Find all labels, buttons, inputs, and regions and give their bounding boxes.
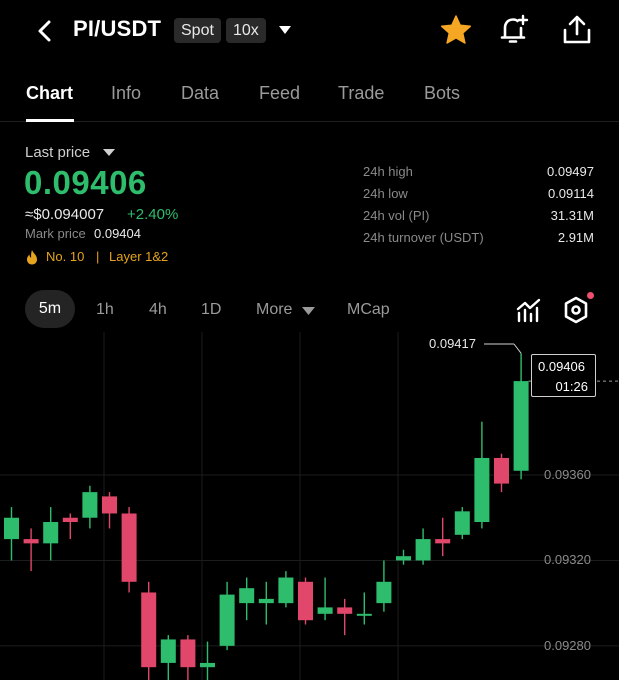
interval-4h[interactable]: 4h bbox=[149, 301, 167, 319]
high-marker-label: 0.09417 bbox=[429, 336, 476, 351]
last-price-label[interactable]: Last price bbox=[25, 144, 90, 161]
chart-canvas[interactable] bbox=[0, 332, 619, 680]
current-price-tag: 0.09406 01:26 bbox=[531, 354, 596, 397]
stat-row: 24h turnover (USDT) 2.91M bbox=[363, 230, 594, 252]
sector-tag[interactable]: Layer 1&2 bbox=[109, 249, 168, 264]
current-price-value: 0.09406 bbox=[538, 359, 585, 374]
candle-countdown: 01:26 bbox=[555, 379, 588, 394]
candle-body bbox=[494, 457, 509, 484]
settings-hexagon-icon[interactable] bbox=[563, 296, 589, 324]
caret-down-icon[interactable] bbox=[302, 306, 315, 316]
usd-price: ≈$0.094007 bbox=[25, 206, 105, 223]
last-price: 0.09406 bbox=[24, 164, 147, 201]
stats-panel: 24h high 0.09497 24h low 0.09114 24h vol… bbox=[363, 164, 594, 252]
candle-body bbox=[356, 613, 372, 616]
stat-row: 24h high 0.09497 bbox=[363, 164, 594, 186]
candle-body bbox=[239, 588, 255, 604]
leverage-badge[interactable]: 10x bbox=[226, 18, 266, 43]
market-type-badge: Spot bbox=[174, 18, 221, 43]
candle-body bbox=[82, 492, 98, 518]
notification-dot bbox=[587, 292, 594, 299]
candle-body bbox=[219, 594, 235, 646]
candle-body bbox=[62, 517, 78, 523]
share-icon[interactable] bbox=[560, 13, 594, 47]
candle-body bbox=[396, 556, 411, 561]
stat-value: 0.09114 bbox=[547, 186, 594, 201]
stat-value: 2.91M bbox=[557, 230, 594, 245]
stat-value: 0.09497 bbox=[547, 164, 594, 179]
top-bar: PI/USDT Spot 10x bbox=[0, 0, 619, 62]
candle-body bbox=[376, 581, 392, 604]
active-tab-indicator bbox=[26, 119, 74, 122]
stat-row: 24h vol (PI) 31.31M bbox=[363, 208, 594, 230]
mark-price-label: Mark price bbox=[25, 226, 86, 241]
stat-label: 24h high bbox=[363, 164, 413, 179]
candle-body bbox=[23, 539, 39, 544]
interval-1d[interactable]: 1D bbox=[201, 301, 221, 319]
y-tick-label: 0.09320 bbox=[544, 552, 591, 568]
candle-body bbox=[4, 517, 19, 540]
stat-row: 24h low 0.09114 bbox=[363, 186, 594, 208]
candle-body bbox=[102, 496, 117, 514]
mark-price: 0.09404 bbox=[94, 226, 141, 241]
caret-down-icon[interactable] bbox=[103, 148, 115, 157]
tab-trade[interactable]: Trade bbox=[338, 83, 384, 104]
candle-body bbox=[200, 662, 215, 668]
y-tick-label: 0.09280 bbox=[544, 637, 591, 653]
candle-body bbox=[278, 577, 294, 604]
fire-icon bbox=[27, 250, 37, 265]
interval-1h[interactable]: 1h bbox=[96, 301, 114, 319]
stat-label: 24h low bbox=[363, 186, 408, 201]
candle-body bbox=[258, 598, 274, 604]
rank-separator: | bbox=[96, 249, 100, 264]
candle-body bbox=[317, 607, 333, 614]
candle-body bbox=[337, 607, 353, 614]
stat-value: 31.31M bbox=[550, 208, 594, 223]
chevron-down-icon[interactable] bbox=[278, 24, 292, 36]
price-change: +2.40% bbox=[127, 206, 179, 223]
candlestick-chart[interactable]: 0.09360 0.09320 0.09280 0.09417 0.09406 … bbox=[0, 332, 619, 680]
y-tick-label: 0.09360 bbox=[544, 467, 591, 483]
candle-body bbox=[454, 511, 470, 535]
candle-body bbox=[513, 381, 529, 471]
interval-mcap[interactable]: MCap bbox=[347, 301, 390, 319]
tab-feed[interactable]: Feed bbox=[259, 83, 300, 104]
tab-data[interactable]: Data bbox=[181, 83, 219, 104]
indicator-chart-icon[interactable] bbox=[516, 297, 542, 323]
candle-body bbox=[435, 539, 451, 544]
candle-body bbox=[474, 457, 490, 523]
rank-badge: No. 10 bbox=[46, 249, 85, 264]
main-tabs: Chart Info Data Feed Trade Bots bbox=[0, 75, 619, 122]
bell-plus-icon[interactable] bbox=[497, 13, 531, 47]
stat-label: 24h turnover (USDT) bbox=[363, 230, 484, 245]
candle-body bbox=[160, 639, 176, 663]
candle-body bbox=[43, 522, 59, 544]
candle-body bbox=[121, 513, 137, 582]
back-arrow-icon[interactable] bbox=[34, 17, 56, 45]
interval-5m[interactable]: 5m bbox=[25, 290, 75, 328]
tab-chart[interactable]: Chart bbox=[26, 83, 73, 104]
candle-body bbox=[141, 592, 157, 668]
star-icon[interactable] bbox=[440, 14, 472, 46]
candle-body bbox=[180, 639, 196, 668]
interval-more[interactable]: More bbox=[256, 301, 292, 319]
candle-body bbox=[298, 581, 313, 621]
pair-title[interactable]: PI/USDT bbox=[73, 16, 161, 42]
high-marker-leader bbox=[513, 343, 522, 354]
tab-bots[interactable]: Bots bbox=[424, 83, 460, 104]
candle-body bbox=[415, 539, 431, 561]
stat-label: 24h vol (PI) bbox=[363, 208, 430, 223]
tab-info[interactable]: Info bbox=[111, 83, 141, 104]
